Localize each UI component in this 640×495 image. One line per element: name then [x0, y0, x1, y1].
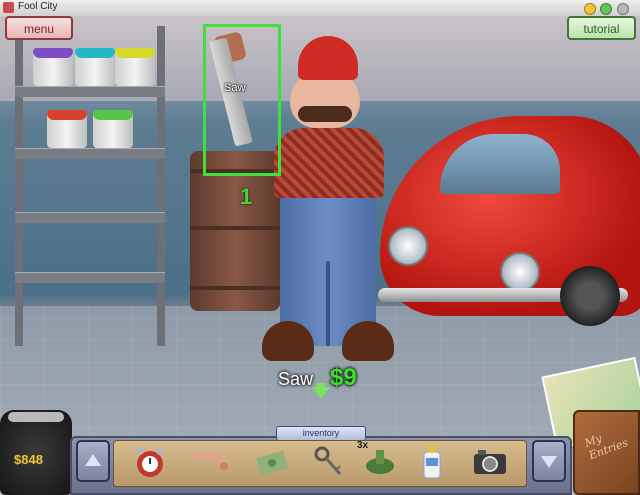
arrow-down-icon [541, 456, 557, 468]
window-title: Fool City [18, 1, 58, 12]
green-gadget-icon[interactable] [360, 444, 400, 480]
car-headlight [388, 226, 428, 266]
camera-icon[interactable] [470, 444, 510, 480]
mechanic-mustache [298, 106, 352, 122]
inventory-arrow-icon [312, 387, 330, 399]
banknote-icon[interactable] [252, 444, 292, 480]
title-bar: Fool City [0, 0, 640, 17]
car-headlight [500, 252, 540, 292]
price-item-name: Saw [278, 369, 314, 389]
window-close-button[interactable] [617, 3, 629, 15]
purse-clasp [8, 412, 64, 422]
hotspot-count: 1 [240, 184, 253, 209]
money-counter: $848 [14, 452, 43, 467]
mechanic-shirt [274, 128, 384, 198]
saw-hotspot-highlight[interactable] [203, 24, 281, 176]
menu-button[interactable]: menu [5, 16, 73, 40]
paint-shelf [15, 26, 165, 346]
tutorial-button[interactable]: tutorial [567, 16, 636, 40]
soap-bottle-icon[interactable] [412, 444, 452, 480]
window-maximize-button[interactable] [600, 3, 612, 15]
keys-icon[interactable] [308, 444, 348, 480]
app-icon [3, 2, 14, 13]
inventory-scroll-left-button[interactable] [76, 440, 110, 482]
mechanic-leg-split [326, 261, 330, 346]
car-wheel [560, 266, 620, 326]
alarm-clock-icon[interactable] [130, 444, 170, 480]
window-minimize-button[interactable] [584, 3, 596, 15]
garage-scene[interactable]: Saw 1 Saw $9 [0, 16, 640, 495]
arrow-up-icon [85, 454, 101, 466]
inventory-label[interactable]: inventory [276, 426, 366, 441]
inventory-scroll-right-button[interactable] [532, 440, 566, 482]
hotspot-label: Saw [224, 82, 246, 94]
pipe-tool-icon[interactable] [190, 444, 230, 480]
price-amount: $9 [330, 364, 357, 391]
